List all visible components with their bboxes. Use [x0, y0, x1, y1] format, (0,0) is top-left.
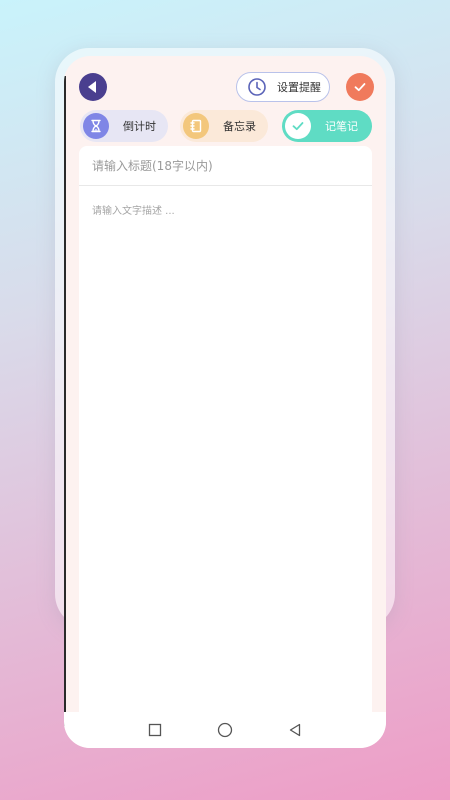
note-editor-card: [79, 146, 372, 726]
tab-take-notes-label: 记笔记: [325, 120, 358, 133]
tab-countdown[interactable]: 倒计时: [80, 110, 168, 142]
notebook-icon: [190, 119, 202, 133]
home-icon: [217, 722, 233, 738]
clock-icon: [248, 78, 266, 96]
checkmark-icon: [354, 83, 366, 92]
back-icon: [289, 723, 301, 737]
tab-memo-label: 备忘录: [223, 120, 256, 133]
recent-apps-icon: [148, 723, 162, 737]
back-arrow-icon: [88, 81, 96, 93]
tab-memo[interactable]: 备忘录: [180, 110, 268, 142]
title-input[interactable]: [79, 146, 372, 186]
hourglass-icon: [91, 119, 101, 133]
system-nav-bar: [64, 712, 386, 748]
tab-countdown-label: 倒计时: [123, 120, 156, 133]
back-button[interactable]: [79, 73, 107, 101]
app-screen: 设置提醒 倒计时 备忘录 记笔记 请输入标题(18字以内) 请输入文字描述 ..…: [64, 56, 386, 748]
checkmark-icon: [292, 122, 304, 131]
set-reminder-label: 设置提醒: [277, 81, 321, 94]
recent-apps-button[interactable]: [147, 722, 163, 738]
set-reminder-button[interactable]: 设置提醒: [236, 72, 330, 102]
screen-edge-divider: [64, 76, 66, 726]
description-input[interactable]: [79, 196, 372, 716]
tab-take-notes[interactable]: 记笔记: [282, 110, 372, 142]
system-back-button[interactable]: [287, 722, 303, 738]
home-button[interactable]: [217, 722, 233, 738]
confirm-button[interactable]: [346, 73, 374, 101]
